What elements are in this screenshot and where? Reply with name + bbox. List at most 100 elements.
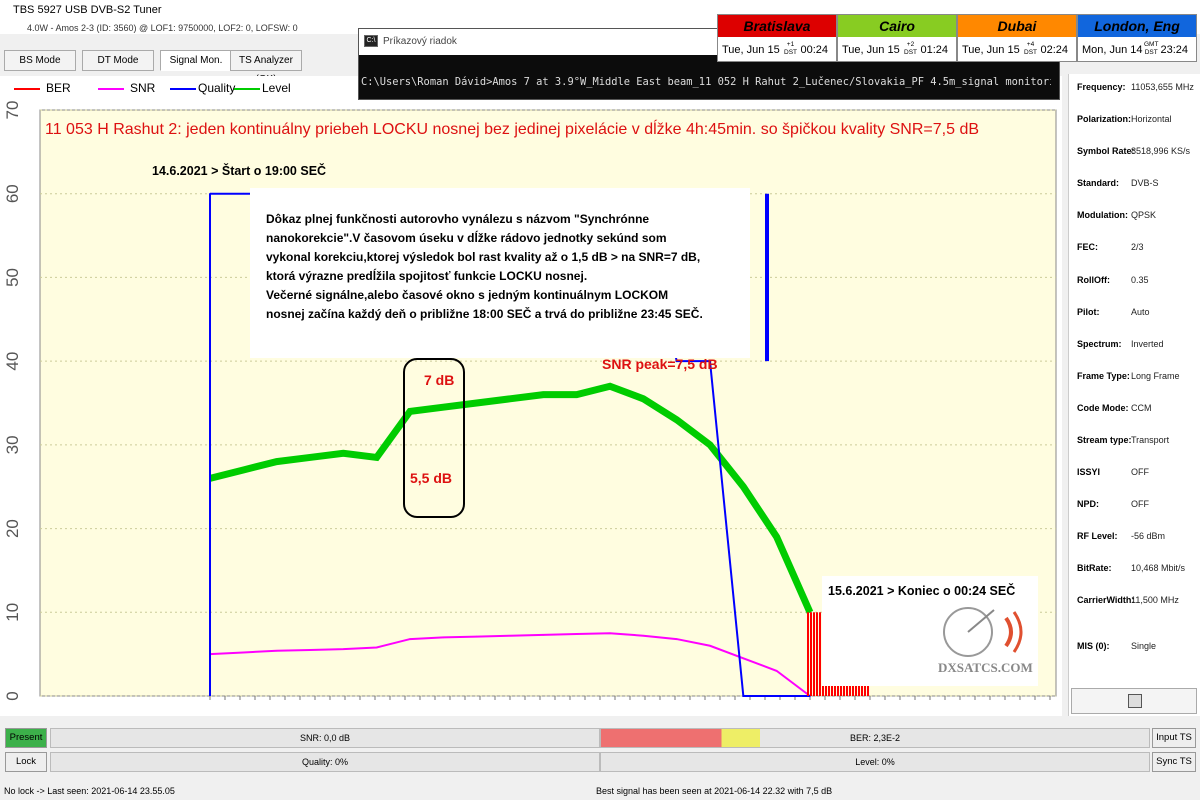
series-level-point — [609, 385, 611, 388]
prop-value: Long Frame — [1131, 371, 1180, 381]
series-snr-point — [342, 648, 345, 650]
series-snr-point — [742, 657, 745, 660]
y-tick-label: 10 — [3, 603, 22, 622]
y-axis-ticks: 70 60 50 40 30 20 10 0 — [3, 101, 22, 701]
series-level-point — [475, 402, 478, 404]
series-snr-point — [609, 632, 611, 635]
clock-time: 01:24 — [920, 44, 948, 56]
series-level-point — [575, 393, 578, 396]
clock-date: Tue, Jun 15 — [722, 44, 780, 56]
tab-signal-mon[interactable]: Signal Mon. — [160, 50, 232, 71]
prop-key: RF Level: — [1077, 531, 1118, 541]
prop-value: Single — [1131, 641, 1157, 651]
prop-key: BitRate: — [1077, 563, 1112, 573]
prop-key: Frame Type: — [1077, 371, 1130, 381]
ber-bar: BER: 2,3E-2 — [600, 728, 1150, 748]
clock-city: Bratislava — [718, 15, 836, 37]
desc-line-2: nanokorekcie".V časovom úseku v dĺžke rá… — [266, 231, 667, 245]
series-snr-point — [542, 634, 545, 636]
prop-key: Standard: — [1077, 178, 1120, 188]
clock-dst-label: DST — [1144, 49, 1158, 56]
series-level-point — [675, 418, 678, 421]
clock-dubai: Dubai Tue, Jun 15 +4 DST 02:24 — [957, 14, 1077, 62]
series-level-point — [275, 460, 278, 463]
prop-value: OFF — [1131, 467, 1149, 477]
series-quality-point — [775, 695, 778, 697]
clock-time: 23:24 — [1160, 44, 1188, 56]
lock-indicator: Lock — [5, 752, 47, 772]
y-tick-label: 0 — [3, 691, 22, 700]
tab-bs-mode[interactable]: BS Mode — [4, 50, 76, 71]
series-level-point — [342, 452, 345, 455]
cmd-output-line: C:\Users\Roman Dávid>Amos 7 at 3.9°W_Mid… — [361, 76, 1051, 88]
prop-value: -56 dBm — [1131, 531, 1166, 541]
window-title: TBS 5927 USB DVB-S2 Tuner — [13, 4, 162, 16]
clock-dst-label: DST — [784, 49, 797, 56]
prop-value: DVB-S — [1131, 178, 1159, 188]
y-tick-label: 20 — [3, 519, 22, 538]
clock-date: Tue, Jun 15 — [842, 44, 900, 56]
quality-bar: Quality: 0% — [50, 752, 600, 772]
prop-key: CarrierWidth: — [1077, 595, 1135, 605]
prop-value: Transport — [1131, 435, 1170, 445]
input-ts-button[interactable]: Input TS — [1152, 728, 1196, 748]
series-snr-point — [775, 670, 778, 672]
description-box: Dôkaz plnej funkčnosti autorovho vynález… — [250, 188, 750, 358]
clock-dst: +1 DST — [784, 41, 797, 57]
prop-value: 8518,996 KS/s — [1131, 146, 1191, 156]
prop-key: Modulation: — [1077, 210, 1128, 220]
snr-bar: SNR: 0,0 dB — [50, 728, 600, 748]
series-snr-point — [575, 633, 578, 635]
series-snr-point — [642, 634, 645, 637]
clock-cairo: Cairo Tue, Jun 15 +2 DST 01:24 — [837, 14, 957, 62]
series-level-point — [309, 456, 311, 459]
prop-key: ISSYI — [1077, 467, 1101, 477]
clock-time: 02:24 — [1040, 44, 1068, 56]
prop-value: Inverted — [1131, 339, 1164, 349]
clock-city: Dubai — [958, 15, 1076, 37]
series-level-point — [642, 398, 645, 400]
series-snr-point — [409, 638, 411, 640]
prop-value: 0.35 — [1131, 275, 1149, 285]
clock-time: 00:24 — [800, 44, 828, 56]
prop-key: Symbol Rate: — [1077, 146, 1135, 156]
y-tick-label: 70 — [3, 101, 22, 120]
prop-value: 11,500 MHz — [1131, 595, 1179, 605]
prop-key: Polarization: — [1077, 114, 1132, 124]
desc-line-3: vykonal korekciu,ktorej výsledok bol ras… — [266, 250, 701, 264]
series-snr-point — [709, 644, 711, 647]
series-snr-point — [275, 649, 278, 652]
desc-line-4: ktorá výrazne predĺžila spojitosť funkci… — [266, 269, 588, 283]
clock-city: Cairo — [838, 15, 956, 37]
prop-value: 10,468 Mbit/s — [1131, 563, 1186, 573]
world-clocks: Bratislava Tue, Jun 15 +1 DST 00:24 Cairo… — [717, 14, 1198, 62]
status-left: No lock -> Last seen: 2021-06-14 23.55.0… — [4, 786, 175, 796]
series-snr-point — [375, 646, 378, 649]
watermark-text: DXSATCS.COM — [938, 660, 1033, 675]
label-7db: 7 dB — [424, 372, 455, 388]
series-level-point — [375, 456, 378, 459]
prop-value: CCM — [1131, 403, 1152, 413]
clock-offset: GMT — [1144, 41, 1159, 48]
panel-action-button[interactable] — [1071, 688, 1197, 714]
sync-ts-button[interactable]: Sync TS — [1152, 752, 1196, 772]
clock-offset: +1 — [786, 41, 795, 48]
dxsatcs-logo: DXSATCS.COM — [936, 600, 1036, 680]
label-5-5db: 5,5 dB — [410, 470, 453, 486]
present-indicator: Present — [5, 728, 47, 748]
tab-ts-analyzer[interactable]: TS Analyzer (OK) — [230, 50, 302, 85]
prop-value: QPSK — [1131, 210, 1157, 220]
signal-monitor-plot: BER SNR Quality Level 70 60 50 40 30 20 10 0 11… — [0, 76, 1062, 716]
y-tick-label: 50 — [3, 268, 22, 287]
clock-bratislava: Bratislava Tue, Jun 15 +1 DST 00:24 — [717, 14, 837, 62]
tab-dt-mode[interactable]: DT Mode — [82, 50, 154, 71]
clock-dst-label: DST — [1024, 49, 1037, 56]
status-best-signal: Best signal has been seen at 2021-06-14 … — [596, 786, 833, 796]
signal-properties-panel: Frequency: 11053,655 MHz Polarization: Hori… — [1068, 74, 1200, 716]
clock-date: Tue, Jun 15 — [962, 44, 1020, 56]
prop-key: Code Mode: — [1077, 403, 1129, 413]
prop-key: Stream type: — [1077, 435, 1132, 445]
prop-key: Frequency: — [1077, 82, 1126, 92]
prop-value: Horizontal — [1131, 114, 1172, 124]
clock-date: Mon, Jun 14 — [1082, 44, 1143, 56]
